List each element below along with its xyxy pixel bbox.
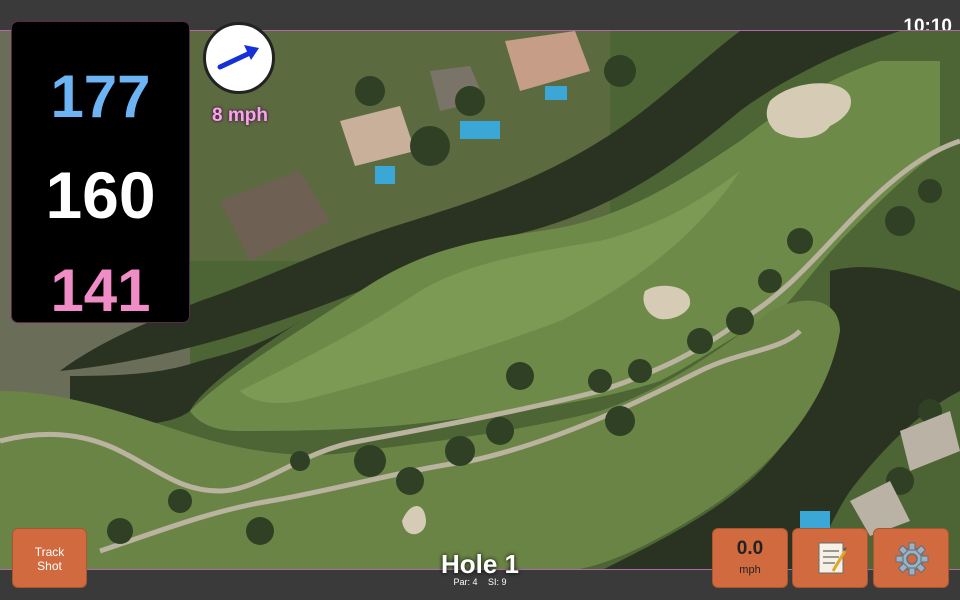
track-shot-label-line2: Shot	[37, 559, 62, 573]
back-yardage: 177	[50, 63, 151, 130]
wind-speed: 8 mph	[212, 105, 268, 126]
hole-stroke-index: SI: 9	[488, 577, 507, 587]
hole-info: Par: 4 SI: 9	[380, 577, 580, 587]
speed-unit: mph	[739, 564, 761, 576]
speed-value: 0.0	[736, 538, 764, 559]
wind-indicator	[203, 22, 275, 94]
track-shot-label-line1: Track	[34, 545, 65, 559]
speed-button[interactable]: 0.0 mph	[712, 528, 788, 588]
settings-button[interactable]	[873, 528, 949, 588]
front-yardage: 141	[50, 257, 151, 324]
arrow-right-icon	[217, 45, 259, 70]
hole-title: Hole 1	[440, 549, 520, 579]
middle-yardage: 160	[45, 158, 156, 232]
notepad-icon	[818, 542, 847, 574]
gear-icon	[895, 542, 929, 576]
notes-button[interactable]	[792, 528, 868, 588]
hole-par: Par: 4	[453, 577, 478, 587]
track-shot-button[interactable]: Track Shot	[12, 528, 87, 588]
yardage-panel: 177 160 141	[12, 22, 189, 324]
